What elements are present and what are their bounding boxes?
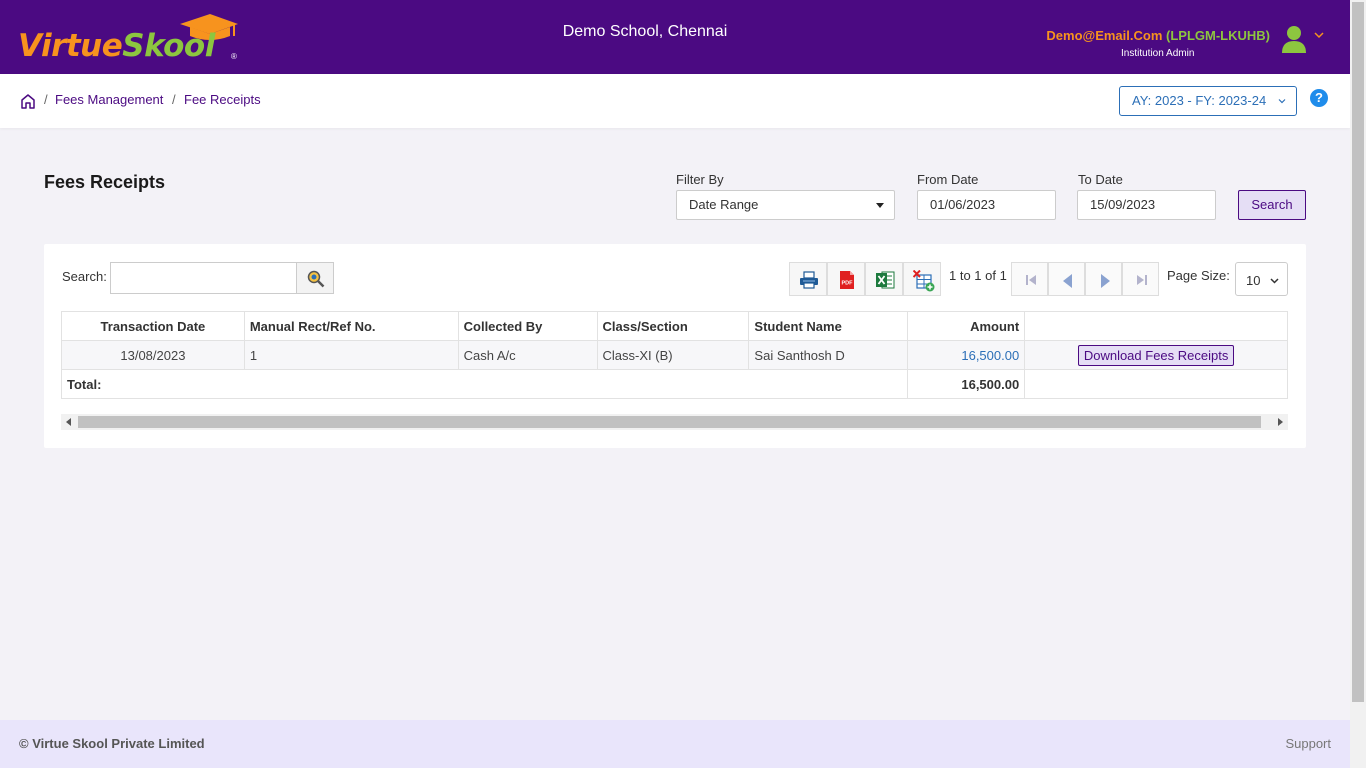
cell-student-name: Sai Santhosh D [748,340,909,370]
page-size-value: 10 [1246,273,1261,288]
search-button[interactable]: Search [1238,190,1306,220]
breadcrumb-separator: / [172,92,176,107]
column-header-collected-by[interactable]: Collected By [457,311,598,341]
clear-filter-button[interactable] [903,262,941,296]
page-size-select[interactable]: 10 [1235,262,1288,296]
user-avatar-icon[interactable] [1282,25,1306,53]
total-row: Total: 16,500.00 [60,369,1288,399]
page-title: Fees Receipts [44,172,166,192]
table-row: 13/08/2023 1 Cash A/c Class-XI (B) Sai S… [61,340,1288,370]
to-date-input[interactable]: 15/09/2023 [1077,190,1216,220]
cell-transaction-date: 13/08/2023 [61,340,245,370]
chevron-down-icon [1270,278,1279,284]
column-header-action [1024,311,1288,341]
user-code: (LPLGM-LKUHB) [1166,28,1270,43]
total-action-cell [1024,369,1288,399]
total-label: Total: [60,369,909,399]
to-date-label: To Date [1078,172,1123,187]
export-excel-button[interactable] [865,262,903,296]
cell-ref-no: 1 [243,340,459,370]
cell-action: Download Fees Receipts [1024,340,1288,370]
logo-registered-mark: ® [231,52,237,61]
footer-copyright: © Virtue Skool Private Limited [19,736,205,751]
previous-page-button[interactable] [1048,262,1085,296]
excel-icon [876,271,895,289]
grid-search-input[interactable] [110,262,298,294]
from-date-label: From Date [917,172,979,187]
cell-class-section: Class-XI (B) [596,340,750,370]
user-account[interactable]: Demo@Email.Com (LPLGM-LKUHB) [1046,28,1270,43]
filter-by-label: Filter By [676,172,724,187]
breadcrumb-separator: / [44,92,48,107]
clear-grid-icon [913,270,935,292]
footer: © Virtue Skool Private Limited Support [0,720,1350,768]
previous-page-icon [1063,274,1072,288]
first-page-button[interactable] [1011,262,1048,296]
user-role: Institution Admin [1121,48,1195,59]
fee-receipts-table: Transaction Date Manual Rect/Ref No. Col… [60,311,1288,399]
column-header-transaction-date[interactable]: Transaction Date [61,311,245,341]
page-size-label: Page Size: [1167,268,1230,283]
last-page-icon [1137,275,1147,285]
print-button[interactable] [789,262,827,296]
pdf-icon-text: PDF [842,281,854,287]
grid-search-button[interactable] [296,262,334,294]
printer-icon [800,271,818,289]
column-header-student-name[interactable]: Student Name [748,311,909,341]
breadcrumb: / Fees Management / Fee Receipts AY: 202… [0,74,1350,128]
first-page-icon [1026,275,1036,285]
horizontal-scrollbar-thumb[interactable] [78,416,1261,428]
breadcrumb-fees-management[interactable]: Fees Management [55,92,163,107]
chevron-down-icon [1278,99,1286,104]
table-header-row: Transaction Date Manual Rect/Ref No. Col… [61,311,1288,341]
last-page-button[interactable] [1122,262,1159,296]
footer-support-link[interactable]: Support [1285,736,1331,751]
total-amount: 16,500.00 [907,369,1026,399]
home-icon[interactable] [20,93,36,109]
horizontal-scrollbar[interactable] [61,414,1288,430]
caret-down-icon [876,203,884,208]
paging-summary: 1 to 1 of 1 [949,268,1007,283]
from-date-input[interactable]: 01/06/2023 [917,190,1056,220]
breadcrumb-fee-receipts[interactable]: Fee Receipts [184,92,261,107]
user-email: Demo@Email.Com [1046,28,1163,43]
scroll-left-arrow-icon[interactable] [66,418,71,426]
help-icon[interactable]: ? [1310,89,1328,107]
grid-search-label: Search: [62,269,107,284]
magnifier-icon [307,270,325,288]
academic-year-value: AY: 2023 - FY: 2023-24 [1132,93,1267,108]
receipts-card: Search: PDF 1 to 1 of 1 Page Size: 10 Tr… [44,244,1306,448]
column-header-ref-no[interactable]: Manual Rect/Ref No. [243,311,459,341]
column-header-amount[interactable]: Amount [907,311,1026,341]
cell-amount-link[interactable]: 16,500.00 [907,340,1026,370]
next-page-button[interactable] [1085,262,1122,296]
download-fees-receipts-button[interactable]: Download Fees Receipts [1077,344,1235,366]
next-page-icon [1101,274,1110,288]
chevron-down-icon[interactable] [1314,30,1324,40]
academic-year-select[interactable]: AY: 2023 - FY: 2023-24 [1119,86,1297,116]
export-pdf-button[interactable]: PDF [827,262,865,296]
column-header-class-section[interactable]: Class/Section [596,311,750,341]
filter-by-value: Date Range [689,197,759,212]
top-navbar: VirtueSkool ® Demo School, Chennai Demo@… [0,0,1350,74]
scroll-right-arrow-icon[interactable] [1278,418,1283,426]
vertical-scrollbar-thumb[interactable] [1352,2,1364,702]
filter-by-select[interactable]: Date Range [676,190,895,220]
pdf-icon: PDF [840,271,854,289]
vertical-scrollbar[interactable] [1350,0,1366,768]
cell-collected-by: Cash A/c [457,340,598,370]
